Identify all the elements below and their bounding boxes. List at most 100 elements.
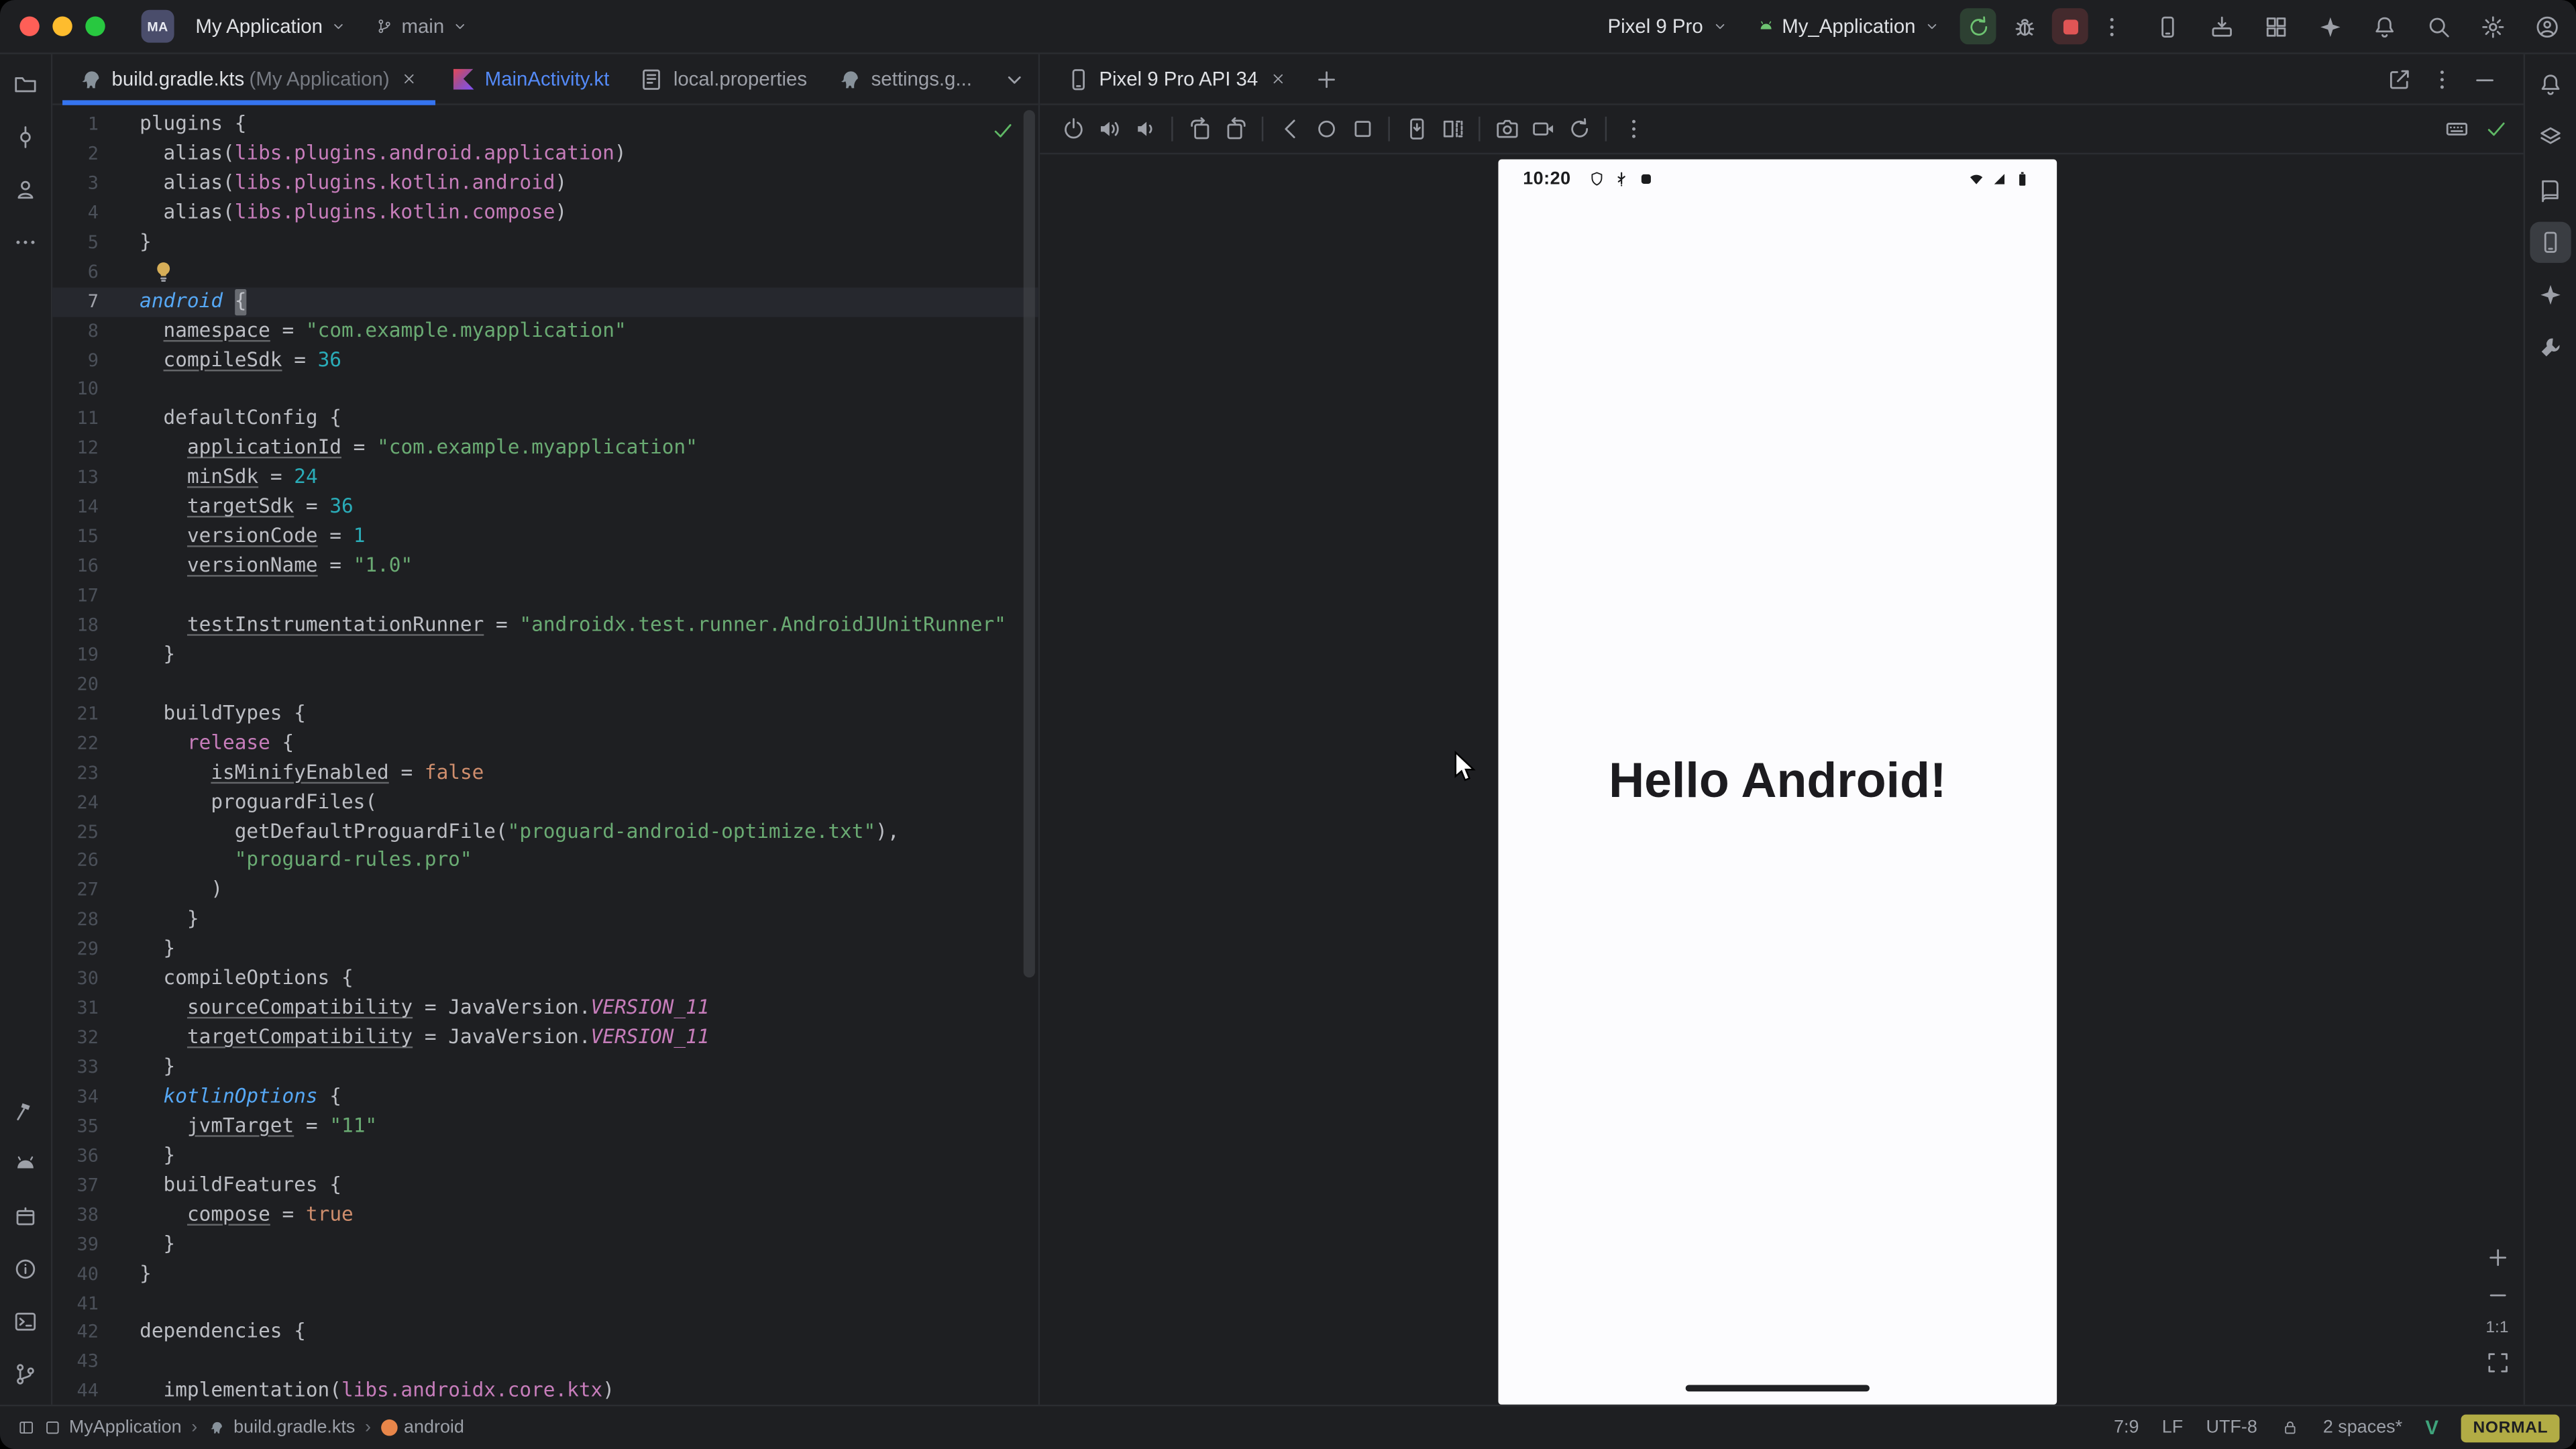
tool-stripe-button-sparkle[interactable] bbox=[2530, 274, 2571, 315]
device-rotate-right-button[interactable] bbox=[1218, 111, 1254, 147]
breadcrumb-item[interactable]: android bbox=[381, 1417, 464, 1437]
editor-tab[interactable]: MainActivity.kt bbox=[435, 54, 624, 103]
code-line[interactable]: 44 implementation(libs.androidx.core.ktx… bbox=[52, 1377, 1038, 1405]
device-volume-up-button[interactable] bbox=[1091, 111, 1127, 147]
editor-tab[interactable]: settings.g... bbox=[822, 54, 987, 103]
minimize-window-button[interactable] bbox=[52, 16, 72, 36]
keyboard-icon[interactable] bbox=[2443, 116, 2469, 142]
breadcrumb-item[interactable]: MyApplication bbox=[43, 1417, 182, 1437]
code-line[interactable]: 25 getDefaultProguardFile("proguard-andr… bbox=[52, 817, 1038, 847]
phone-icon[interactable] bbox=[2154, 13, 2180, 40]
code-line[interactable]: 13 minSdk = 24 bbox=[52, 464, 1038, 493]
minimize-icon[interactable] bbox=[2471, 66, 2497, 92]
code-line[interactable]: 30 compileOptions { bbox=[52, 965, 1038, 994]
code-line[interactable]: 28 } bbox=[52, 906, 1038, 935]
device-screen-record-button[interactable] bbox=[1525, 111, 1561, 147]
code-line[interactable]: 34 kotlinOptions { bbox=[52, 1083, 1038, 1112]
encoding-widget[interactable]: UTF-8 bbox=[2206, 1417, 2257, 1437]
device-screenshot-button[interactable] bbox=[1489, 111, 1525, 147]
close-window-button[interactable] bbox=[19, 16, 39, 36]
debug-button[interactable] bbox=[2006, 8, 2042, 44]
code-line[interactable]: 41 bbox=[52, 1289, 1038, 1318]
editor[interactable]: 1plugins {2 alias(libs.plugins.android.a… bbox=[52, 105, 1038, 1405]
sparkle-icon[interactable] bbox=[2316, 13, 2343, 40]
code-line[interactable]: 12 applicationId = "com.example.myapplic… bbox=[52, 434, 1038, 464]
device-fold-button[interactable] bbox=[1434, 111, 1470, 147]
stop-button[interactable] bbox=[2052, 8, 2088, 44]
vcs-branch-widget[interactable]: main bbox=[367, 10, 479, 43]
code-line[interactable]: 32 targetCompatibility = JavaVersion.VER… bbox=[52, 1024, 1038, 1053]
code-line[interactable]: 11 defaultConfig { bbox=[52, 405, 1038, 434]
device-tab[interactable]: Pixel 9 Pro API 34 bbox=[1050, 54, 1304, 103]
code-line[interactable]: 14 targetSdk = 36 bbox=[52, 493, 1038, 523]
tool-stripe-button-commit[interactable] bbox=[5, 117, 46, 158]
device-screen[interactable]: 10:20 Hello Android! bbox=[1498, 160, 2057, 1405]
code-line[interactable]: 36 } bbox=[52, 1142, 1038, 1171]
code-line[interactable]: 42dependencies { bbox=[52, 1318, 1038, 1348]
editor-tab[interactable]: build.gradle.kts (My Application) bbox=[62, 54, 435, 103]
zoom-ratio-label[interactable]: 1:1 bbox=[2485, 1320, 2508, 1338]
chevron-down-icon[interactable] bbox=[1002, 66, 1028, 92]
tool-stripe-button-bell[interactable] bbox=[2530, 64, 2571, 105]
code-line[interactable]: 17 bbox=[52, 582, 1038, 611]
layout-inspector-icon[interactable] bbox=[2262, 13, 2288, 40]
code-line[interactable]: 6 bbox=[52, 258, 1038, 287]
code-line[interactable]: 3 alias(libs.plugins.kotlin.android) bbox=[52, 169, 1038, 199]
indent-widget[interactable]: 2 spaces* bbox=[2323, 1417, 2402, 1437]
code-line[interactable]: 19 } bbox=[52, 641, 1038, 670]
code-line[interactable]: 38 compose = true bbox=[52, 1200, 1038, 1230]
line-separator-widget[interactable]: LF bbox=[2162, 1417, 2183, 1437]
close-icon[interactable] bbox=[1267, 67, 1289, 90]
tool-stripe-button-info[interactable] bbox=[5, 1248, 46, 1289]
code-line[interactable]: 20 bbox=[52, 670, 1038, 700]
code-line[interactable]: 18 testInstrumentationRunner = "androidx… bbox=[52, 611, 1038, 641]
zoom-in-icon[interactable] bbox=[2484, 1244, 2510, 1270]
tool-stripe-button-book[interactable] bbox=[2530, 169, 2571, 210]
zoom-fit-icon[interactable] bbox=[2484, 1349, 2510, 1375]
code-line[interactable]: 1plugins { bbox=[52, 110, 1038, 140]
code-line[interactable]: 37 buildFeatures { bbox=[52, 1171, 1038, 1201]
code-line[interactable]: 22 release { bbox=[52, 729, 1038, 759]
bulb-icon[interactable] bbox=[150, 259, 176, 285]
device-restart-button[interactable] bbox=[1561, 111, 1597, 147]
code-line[interactable]: 23 isMinifyEnabled = false bbox=[52, 759, 1038, 788]
device-volume-down-button[interactable] bbox=[1127, 111, 1163, 147]
vim-mode-badge[interactable]: NORMAL bbox=[2461, 1413, 2559, 1442]
ideavim-icon[interactable]: V bbox=[2425, 1416, 2438, 1439]
more-vertical-icon[interactable] bbox=[2428, 66, 2455, 92]
code-line[interactable]: 24 proguardFiles( bbox=[52, 788, 1038, 817]
gesture-navigation-bar[interactable] bbox=[1686, 1385, 1870, 1391]
device-back-button[interactable] bbox=[1272, 111, 1308, 147]
search-icon[interactable] bbox=[2425, 13, 2451, 40]
device-home-button[interactable] bbox=[1307, 111, 1344, 147]
profile-icon[interactable] bbox=[2533, 13, 2559, 40]
device-power-button[interactable] bbox=[1055, 111, 1091, 147]
editor-tab[interactable]: local.properties bbox=[624, 54, 822, 103]
code-line[interactable]: 40} bbox=[52, 1259, 1038, 1289]
settings-icon[interactable] bbox=[2479, 13, 2506, 40]
tool-stripe-button-folder[interactable] bbox=[5, 64, 46, 105]
bell-icon[interactable] bbox=[2371, 13, 2397, 40]
code-line[interactable]: 27 ) bbox=[52, 876, 1038, 906]
device-selector[interactable]: Pixel 9 Pro bbox=[1599, 10, 1737, 43]
tool-stripe-button-pull-requests[interactable] bbox=[5, 169, 46, 210]
editor-scrollbar[interactable] bbox=[1024, 110, 1035, 977]
code-line[interactable]: 9 compileSdk = 36 bbox=[52, 346, 1038, 376]
device-rotate-left-button[interactable] bbox=[1181, 111, 1218, 147]
tool-stripe-button-android-head[interactable] bbox=[5, 1143, 46, 1184]
more-run-options-icon[interactable] bbox=[2098, 13, 2124, 40]
tool-stripe-button-more-horizontal[interactable] bbox=[5, 222, 46, 263]
tool-stripe-button-phone[interactable] bbox=[2530, 222, 2571, 263]
tool-stripe-button-package[interactable] bbox=[5, 1196, 46, 1237]
code-line[interactable]: 5} bbox=[52, 228, 1038, 258]
open-in-new-icon[interactable] bbox=[2385, 66, 2412, 92]
tool-stripe-button-branch[interactable] bbox=[5, 1354, 46, 1395]
tool-stripe-button-hammer[interactable] bbox=[5, 1091, 46, 1132]
code-line[interactable]: 29 } bbox=[52, 935, 1038, 965]
caret-position-widget[interactable]: 7:9 bbox=[2114, 1417, 2139, 1437]
sdk-manager-icon[interactable] bbox=[2208, 13, 2234, 40]
code-line[interactable]: 21 buildTypes { bbox=[52, 700, 1038, 729]
code-line[interactable]: 4 alias(libs.plugins.kotlin.compose) bbox=[52, 199, 1038, 228]
code-line[interactable]: 2 alias(libs.plugins.android.application… bbox=[52, 140, 1038, 169]
check-icon[interactable] bbox=[2482, 116, 2508, 142]
